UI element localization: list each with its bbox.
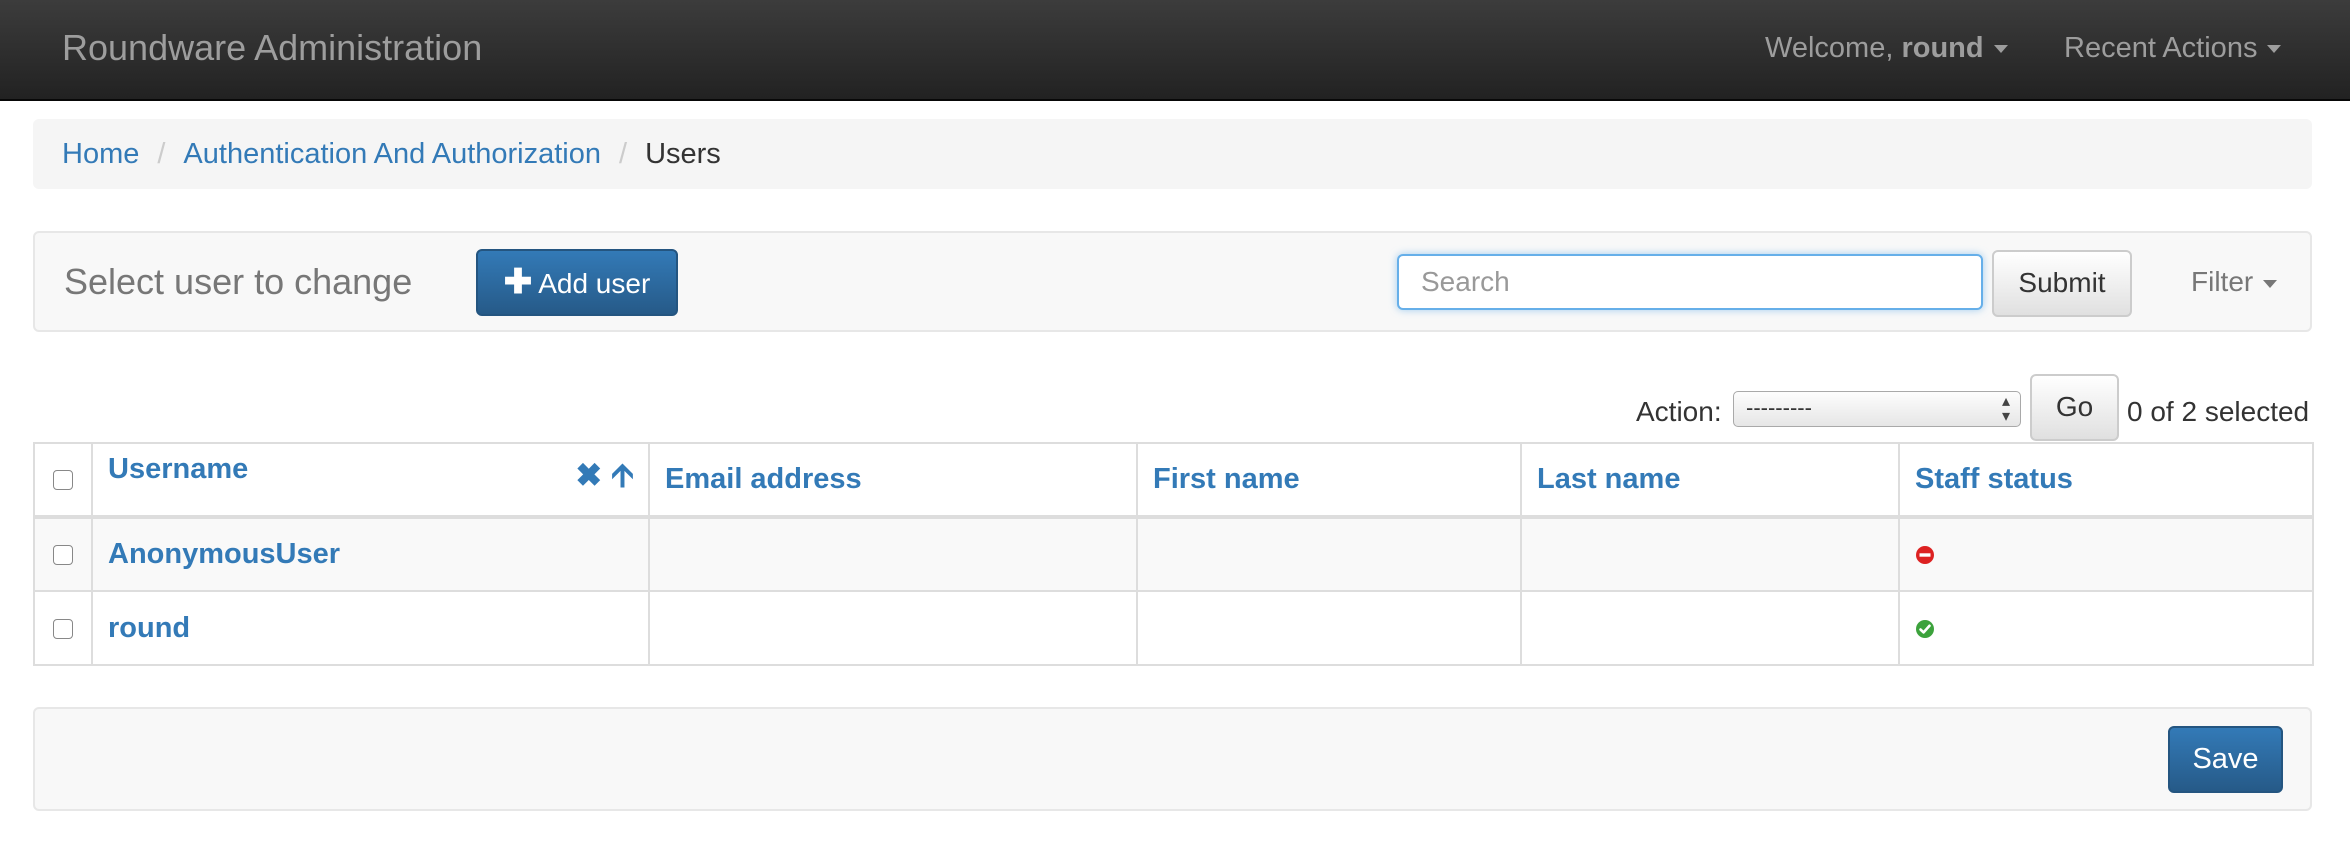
breadcrumb-auth[interactable]: Authentication And Authorization [183,138,601,170]
last-name-cell [1520,590,1900,666]
column-label: Email address [665,463,862,495]
search-input[interactable] [1397,254,1983,310]
user-link[interactable]: AnonymousUser [108,538,340,570]
action-select-value: --------- [1746,395,1812,420]
select-all-checkbox[interactable] [53,470,73,491]
save-button[interactable]: Save [2168,726,2283,793]
column-header-username[interactable]: Username ✖ 🡩 [91,442,650,519]
email-cell [648,590,1138,666]
selection-counter: 0 of 2 selected [2127,396,2310,427]
user-link[interactable]: round [108,612,190,644]
add-user-label: Add user [538,268,651,299]
action-label: Action: [1636,396,1722,427]
select-all-cell [33,442,93,519]
column-header-staff-status[interactable]: Staff status [1898,442,2314,519]
first-name-cell [1136,516,1522,592]
action-select[interactable]: --------- ▴ ▾ [1733,391,2021,427]
column-label: Username [108,452,249,485]
row-checkbox[interactable] [53,618,73,639]
breadcrumb-home[interactable]: Home [62,138,139,170]
row-checkbox-cell [33,516,93,592]
submit-button[interactable]: Submit [1992,250,2132,317]
column-label: Last name [1537,463,1681,495]
username-label: round [1901,32,1984,64]
caret-down-icon [2263,279,2278,288]
sort-controls: ✖ 🡩 [575,453,634,507]
arrow-up-icon[interactable]: 🡩 [611,457,634,493]
staff-status-cell [1898,590,2314,666]
username-cell: AnonymousUser [91,516,650,592]
close-icon[interactable]: ✖ [575,457,602,493]
go-button[interactable]: Go [2030,374,2119,441]
column-label: Staff status [1915,463,2073,495]
filter-label: Filter [2191,266,2254,297]
results-table: Username ✖ 🡩 Email address First name La… [33,442,2314,666]
breadcrumb-current: Users [645,138,721,170]
plus-icon: ✚ [503,263,533,301]
table-header-row: Username ✖ 🡩 Email address First name La… [33,442,2314,519]
username-cell: round [91,590,650,666]
breadcrumb-separator: / [619,138,628,170]
row-checkbox-cell [33,590,93,666]
add-user-button[interactable]: ✚ Add user [476,249,678,316]
page-title: Select user to change [64,261,413,302]
submit-row: Save [33,707,2312,811]
user-menu[interactable]: Welcome, round [1765,0,2008,99]
column-header-email[interactable]: Email address [648,442,1138,519]
email-cell [648,516,1138,592]
table-row: round [33,590,2314,666]
recent-actions-label: Recent Actions [2064,32,2258,64]
site-brand[interactable]: Roundware Administration [62,0,482,99]
column-header-last-name[interactable]: Last name [1520,442,1900,519]
caret-down-icon [2267,45,2282,54]
caret-down-icon [1993,45,2008,54]
staff-status-cell [1898,516,2314,592]
breadcrumb: Home / Authentication And Authorization / Us… [33,119,2312,189]
check-circle-icon [1916,619,1934,638]
recent-actions-menu[interactable]: Recent Actions [2064,0,2282,99]
no-entry-icon [1916,546,1934,565]
top-navbar: Roundware Administration Welcome, round … [0,0,2350,101]
first-name-cell [1136,590,1522,666]
column-header-first-name[interactable]: First name [1136,442,1522,519]
table-row: AnonymousUser [33,516,2314,592]
breadcrumb-separator: / [157,138,166,170]
filter-dropdown[interactable]: Filter [2191,233,2278,331]
select-arrows-icon: ▴ ▾ [2001,393,2010,425]
last-name-cell [1520,516,1900,592]
changelist-toolbar: Select user to change ✚Add user Submit F… [33,231,2312,332]
row-checkbox[interactable] [53,545,73,566]
welcome-text: Welcome, [1765,32,1902,64]
column-label: First name [1153,463,1300,495]
